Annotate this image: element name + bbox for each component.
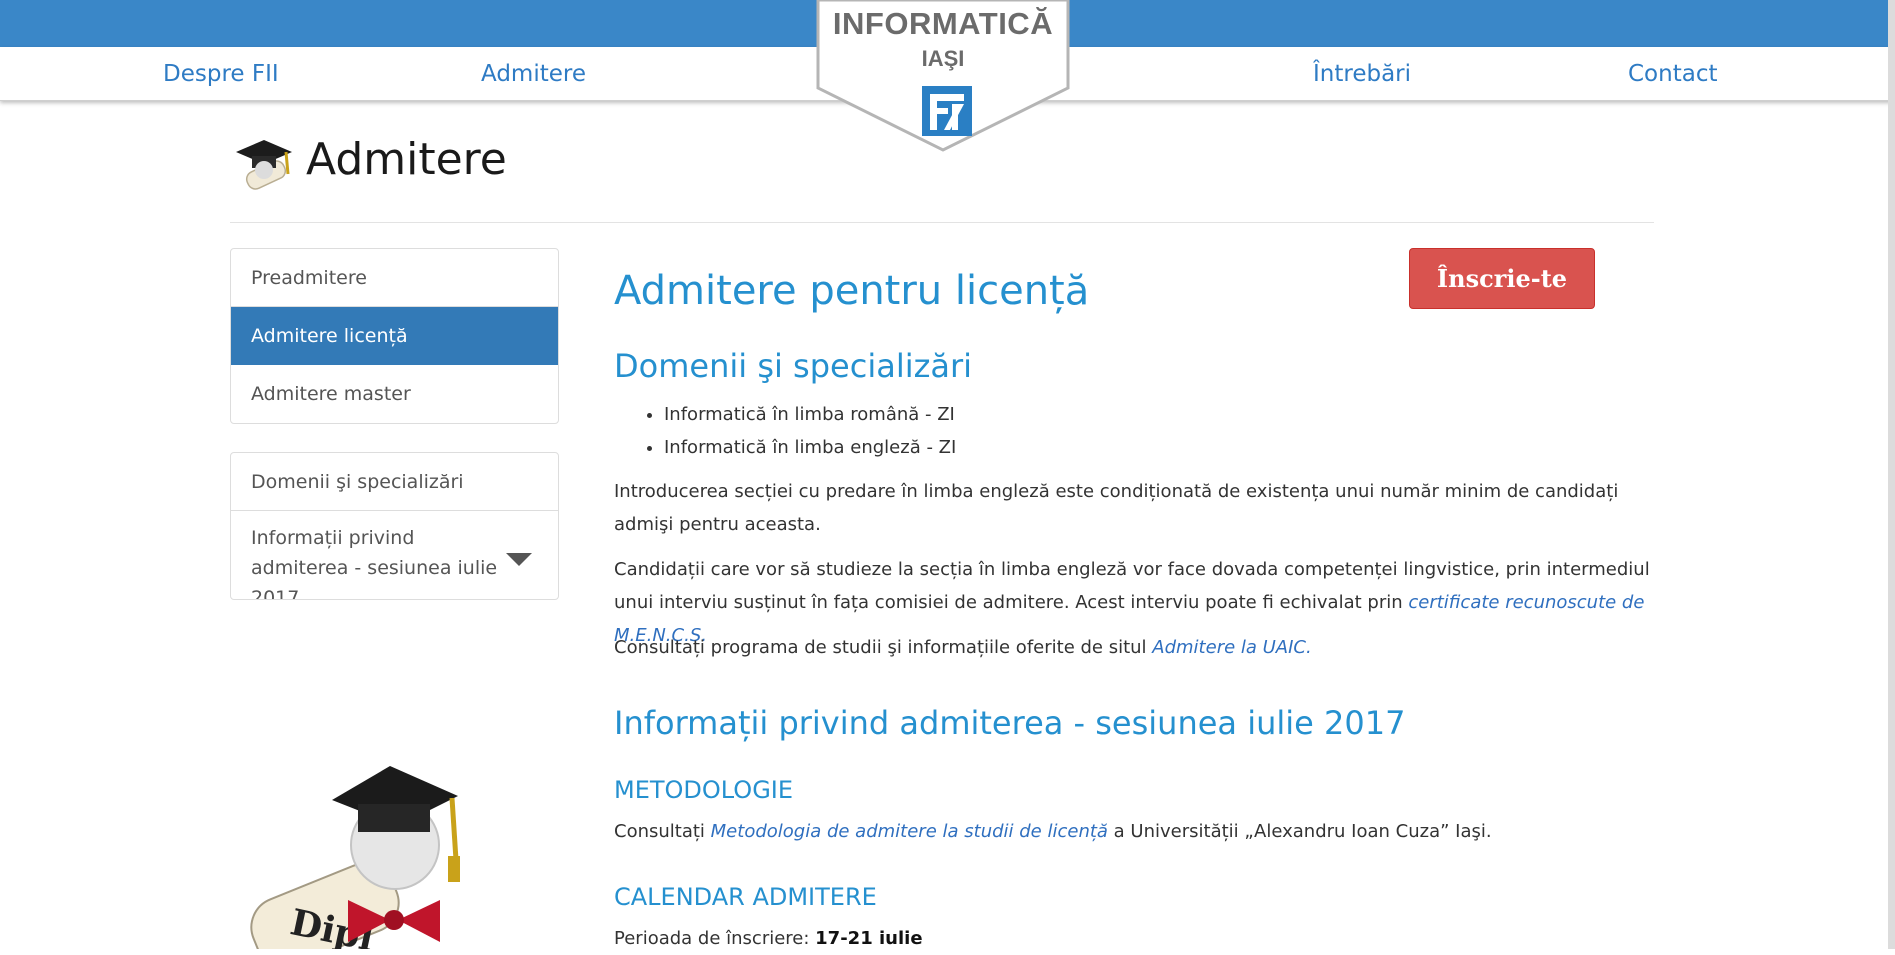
sidebar-menu: Preadmitere Admitere licență Admitere ma… <box>230 248 559 424</box>
metodologie-paragraph: Consultați Metodologia de admitere la st… <box>614 815 1654 848</box>
section-link-domenii[interactable]: Domenii şi specializări <box>231 453 558 511</box>
domains-heading: Domenii şi specializări <box>614 347 973 385</box>
logo-title: INFORMATICĂ <box>832 6 1054 41</box>
fii-logo-icon <box>922 86 972 136</box>
sidebar-item-admitere-master[interactable]: Admitere master <box>231 365 558 423</box>
content-title: Admitere pentru licență <box>614 268 1090 314</box>
list-item: Informatică în limba engleză - ZI <box>664 431 956 464</box>
scrollbar-track[interactable] <box>1888 0 1895 949</box>
metodologie-link[interactable]: Metodologia de admitere la studii de lic… <box>711 821 1108 842</box>
nav-intrebari[interactable]: Întrebări <box>1313 61 1411 87</box>
admitere-uaic-link[interactable]: Admitere la UAIC. <box>1152 637 1311 658</box>
domains-paragraph-1: Introducerea secției cu predare în limba… <box>614 481 1619 535</box>
sidebar-sections: Domenii şi specializări Informații privi… <box>230 452 559 600</box>
calendar-value: 17-21 iulie <box>815 928 923 949</box>
section-link-informatii-label: Informații privind admiterea - sesiunea … <box>251 527 498 600</box>
page-title: Admitere <box>306 134 507 185</box>
nav-contact[interactable]: Contact <box>1628 61 1717 87</box>
nav-despre-fii[interactable]: Despre FII <box>163 61 279 87</box>
graduation-cap-diploma-icon <box>236 140 292 190</box>
caret-down-icon[interactable] <box>506 553 532 566</box>
metodologie-pre: Consultați <box>614 821 711 842</box>
register-button[interactable]: Înscrie-te <box>1409 248 1595 309</box>
sidebar-item-admitere-licenta[interactable]: Admitere licență <box>231 307 558 365</box>
graduate-illustration: Dipl <box>250 766 460 949</box>
title-divider <box>230 222 1654 223</box>
calendar-paragraph: Perioada de înscriere: 17-21 iulie <box>614 922 1654 955</box>
logo-subtitle: IAŞI <box>921 46 965 71</box>
info-heading: Informații privind admiterea - sesiunea … <box>614 704 1406 742</box>
calendar-heading: CALENDAR ADMITERE <box>614 883 877 911</box>
section-link-informatii[interactable]: Informații privind admiterea - sesiunea … <box>231 511 558 599</box>
list-item: Informatică în limba română - ZI <box>664 398 956 431</box>
metodologie-heading: METODOLOGIE <box>614 776 794 804</box>
sidebar-item-preadmitere[interactable]: Preadmitere <box>231 249 558 307</box>
specializations-list: Informatică în limba română - ZI Informa… <box>614 398 956 464</box>
nav-admitere[interactable]: Admitere <box>481 61 586 87</box>
domains-paragraph-3-text: Consultați programa de studii şi informa… <box>614 637 1153 658</box>
domains-paragraph-3: Consultați programa de studii şi informa… <box>614 631 1654 664</box>
calendar-label: Perioada de înscriere: <box>614 928 816 949</box>
metodologie-post: a Universității „Alexandru Ioan Cuza” Ia… <box>1107 821 1492 842</box>
site-logo[interactable]: INFORMATICĂ IAŞI <box>816 0 1070 152</box>
